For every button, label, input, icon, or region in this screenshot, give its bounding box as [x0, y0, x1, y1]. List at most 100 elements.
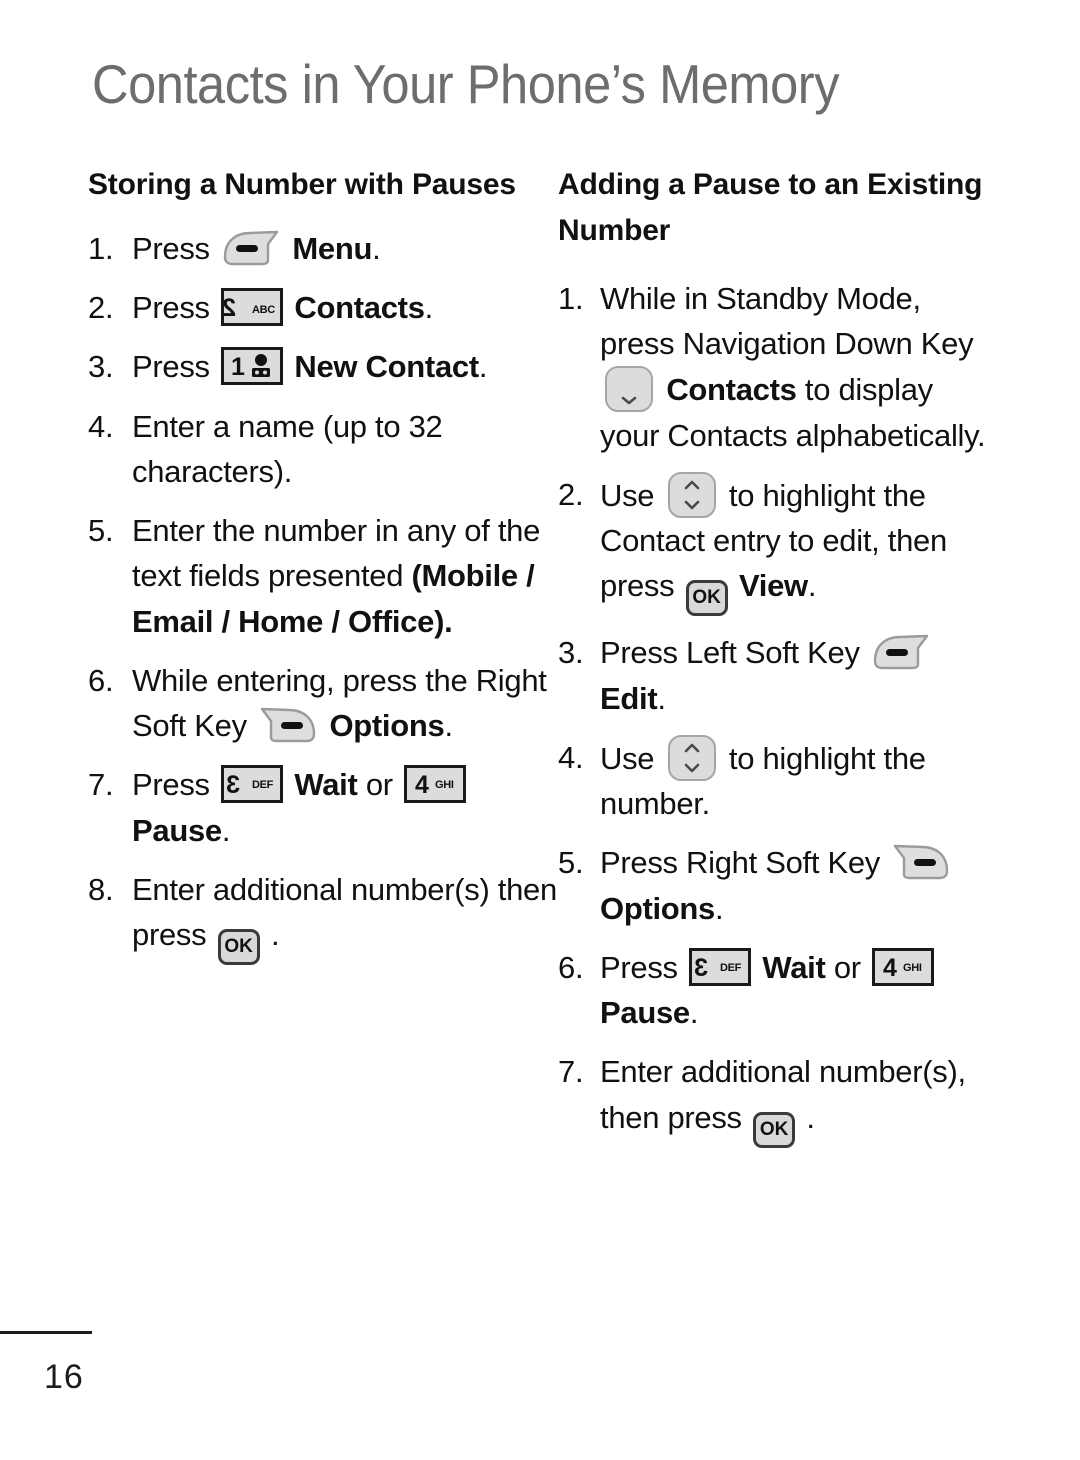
step-text-mid: or	[365, 767, 393, 803]
left-soft-key-icon	[872, 631, 930, 671]
step-text: Enter additional number(s), then press O…	[600, 1049, 998, 1148]
step-text: Enter additional number(s) then press OK…	[132, 867, 558, 966]
list-item: 5. Press Right Soft Key Options.	[558, 840, 998, 931]
step-text-post: .	[444, 708, 453, 744]
svg-text:DEF: DEF	[252, 779, 274, 791]
ok-key-icon: OK	[217, 929, 260, 966]
step-number: 4.	[88, 408, 114, 444]
step-number: 6.	[88, 662, 114, 698]
step-number: 3.	[88, 349, 114, 385]
step-text: Press 2 ABC Contacts.	[132, 285, 558, 330]
step-text-post: .	[715, 890, 724, 926]
step-text: Press Right Soft Key Options.	[600, 840, 998, 931]
svg-text:2: 2	[224, 294, 236, 322]
step-text: Use to highlight the number.	[600, 734, 998, 827]
step-text-post: .	[270, 917, 280, 953]
list-item: 1. While in Standby Mode, press Navigati…	[558, 276, 998, 458]
step-text-post: .	[689, 995, 699, 1031]
step-text-post: .	[424, 290, 434, 326]
left-column: Storing a Number with Pauses 1. Press Me…	[88, 162, 558, 979]
step-number: 7.	[558, 1054, 584, 1090]
step-text: Press 3 DEF Wait or 4 GHI Pause.	[132, 762, 558, 853]
step-text-pre: Press	[132, 230, 210, 266]
svg-text:4: 4	[415, 771, 429, 799]
step-number: 5.	[88, 513, 114, 549]
svg-text:4: 4	[883, 954, 897, 982]
step-text-pre: Enter additional number(s) then press	[132, 871, 557, 953]
svg-text:ABC: ABC	[252, 304, 275, 316]
svg-text:3: 3	[226, 771, 240, 799]
step-text: Press 1 New Contact.	[132, 344, 558, 389]
step-number: 4.	[558, 739, 584, 775]
step-text: Enter the number in any of the text fiel…	[132, 508, 558, 644]
step-number: 2.	[88, 290, 114, 326]
step-text-bold-2: Pause	[600, 995, 690, 1031]
step-number: 7.	[88, 767, 114, 803]
step-text: Press Menu.	[132, 226, 558, 271]
left-soft-key-icon	[222, 227, 280, 267]
svg-text:GHI: GHI	[903, 962, 922, 974]
svg-text:DEF: DEF	[720, 962, 742, 974]
step-text-post: .	[657, 680, 666, 716]
key-2-abc-icon: 2 ABC	[221, 288, 284, 327]
list-item: 7. Press 3 DEF Wait or 4 GHI Pause.	[88, 762, 558, 853]
step-text-bold: Wait	[294, 767, 358, 803]
step-text: Enter a name (up to 32 characters).	[132, 408, 443, 489]
step-text-post: .	[221, 812, 231, 848]
step-text-pre: Use	[600, 740, 655, 776]
page-title: Contacts in Your Phone’s Memory	[92, 53, 840, 115]
step-number: 6.	[558, 949, 584, 985]
content-columns: Storing a Number with Pauses 1. Press Me…	[0, 162, 1080, 1162]
step-number: 1.	[88, 230, 114, 266]
svg-text:GHI: GHI	[435, 779, 454, 791]
key-4-ghi-icon: 4 GHI	[872, 947, 935, 986]
right-soft-key-icon	[259, 704, 317, 744]
list-item: 2. Press 2 ABC Contacts.	[88, 285, 558, 330]
step-text-pre: While in Standby Mode, press Navigation …	[600, 280, 974, 362]
key-4-ghi-icon: 4 GHI	[404, 765, 467, 804]
list-item: 6. While entering, press the Right Soft …	[88, 658, 558, 749]
left-column-steps: 1. Press Menu. 2. Press 2 ABC	[88, 226, 558, 966]
nav-up-down-key-icon	[667, 471, 716, 518]
ok-key-icon: OK	[685, 580, 728, 617]
list-item: 3. Press 1 New Contact.	[88, 344, 558, 389]
list-item: 2. Use to highlight the Contact entry to…	[558, 471, 998, 617]
step-text-post: .	[806, 1099, 815, 1135]
step-text-pre: Press	[132, 767, 210, 803]
step-text-bold: Options	[600, 890, 715, 926]
key-3-def-icon: 3 DEF	[689, 947, 752, 986]
step-text-pre: Use	[600, 477, 655, 513]
step-text-pre: Press	[600, 949, 678, 985]
step-text: While in Standby Mode, press Navigation …	[600, 276, 998, 458]
svg-text:3: 3	[694, 954, 708, 982]
step-text-pre: Press	[132, 290, 210, 326]
right-column-heading: Adding a Pause to an Existing Number	[558, 168, 983, 247]
step-text-bold: View	[738, 568, 808, 604]
step-text-post: .	[372, 230, 381, 266]
list-item: 5. Enter the number in any of the text f…	[88, 508, 558, 644]
step-text-bold: Options	[329, 708, 445, 744]
step-text-bold: Contacts	[294, 290, 425, 326]
step-number: 3.	[558, 635, 584, 671]
step-text-mid: or	[833, 949, 861, 985]
step-text-bold: New Contact	[294, 349, 479, 385]
step-number: 5.	[558, 845, 584, 881]
step-text-post: .	[478, 349, 488, 385]
step-number: 2.	[558, 476, 584, 512]
list-item: 8. Enter additional number(s) then press…	[88, 867, 558, 966]
nav-down-key-icon	[605, 366, 653, 413]
left-column-heading: Storing a Number with Pauses	[88, 168, 516, 201]
step-text: While entering, press the Right Soft Key…	[132, 658, 558, 749]
list-item: 1. Press Menu.	[88, 226, 558, 271]
step-text-pre: Press Left Soft Key	[600, 635, 860, 671]
step-text-bold: Contacts	[666, 372, 797, 408]
step-text-bold: Menu	[292, 230, 373, 266]
list-item: 3. Press Left Soft Key Edit.	[558, 630, 998, 721]
ok-key-icon: OK	[753, 1111, 796, 1148]
page-number: 16	[44, 1358, 84, 1396]
right-soft-key-icon	[892, 841, 950, 881]
nav-up-down-key-icon	[667, 734, 716, 781]
key-1-voicemail-icon: 1	[221, 347, 284, 386]
list-item: 6. Press 3 DEF Wait or 4 GHI Pause.	[558, 945, 998, 1036]
list-item: 7. Enter additional number(s), then pres…	[558, 1049, 998, 1148]
